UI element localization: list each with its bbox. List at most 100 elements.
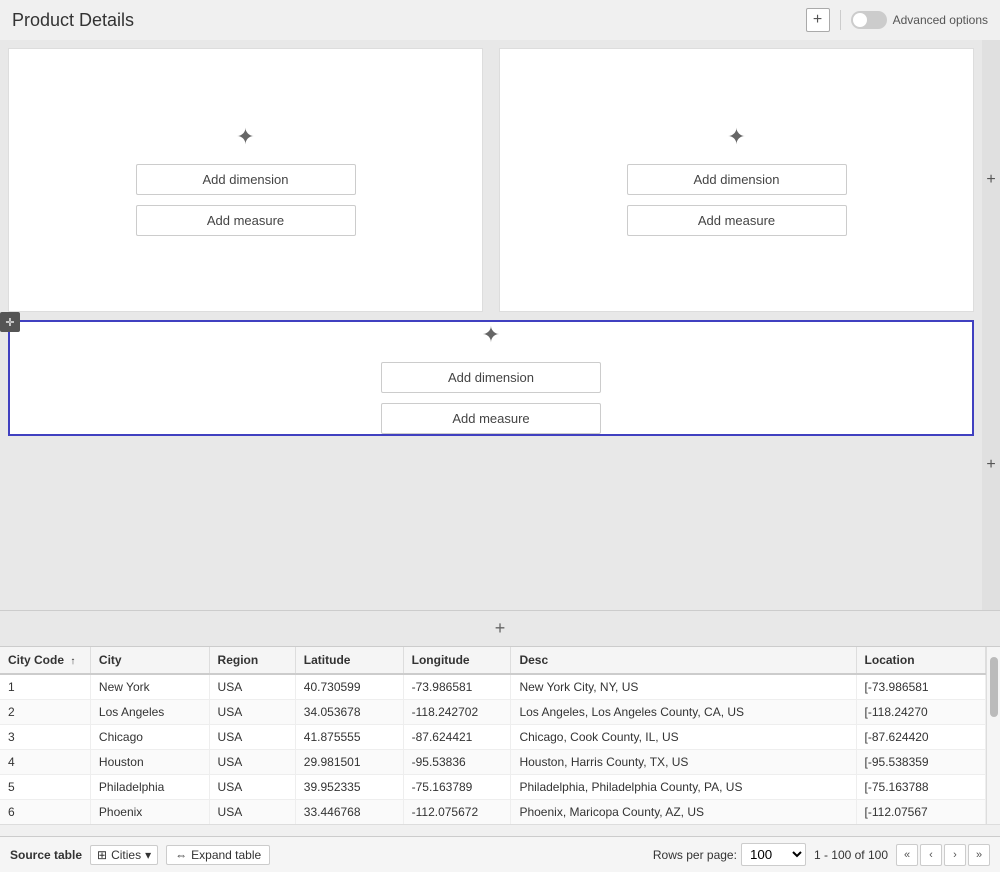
cell-desc: Phoenix, Maricopa County, AZ, US xyxy=(511,800,856,825)
top-left-add-measure-button[interactable]: Add measure xyxy=(136,205,356,236)
cell-location: [-112.07567 xyxy=(856,800,985,825)
cell-latitude: 39.952335 xyxy=(295,775,403,800)
middle-add-dimension-button[interactable]: Add dimension xyxy=(381,362,601,393)
col-header-city[interactable]: City xyxy=(90,647,209,674)
source-table-label: Source table xyxy=(10,848,82,862)
table-footer: Source table ⊞ Cities ▾ ⇔ Expand table R… xyxy=(0,836,1000,872)
table-row: 6PhoenixUSA33.446768-112.075672Phoenix, … xyxy=(0,800,986,825)
col-header-region[interactable]: Region xyxy=(209,647,295,674)
cell-latitude: 40.730599 xyxy=(295,674,403,700)
middle-panel-container: ✛ ✦ Add dimension Add measure + xyxy=(0,320,1000,610)
middle-panels-main: ✛ ✦ Add dimension Add measure xyxy=(0,320,982,610)
data-table: City Code ↑ City Region Latitude Longitu… xyxy=(0,647,986,824)
cell-city_code: 2 xyxy=(0,700,90,725)
plus-icon: + xyxy=(813,11,822,29)
cell-city: Philadelphia xyxy=(90,775,209,800)
col-header-latitude[interactable]: Latitude xyxy=(295,647,403,674)
add-column-bottom-button[interactable]: + xyxy=(986,456,995,474)
cell-latitude: 33.446768 xyxy=(295,800,403,825)
cell-city_code: 4 xyxy=(0,750,90,775)
right-sidebar-top: + xyxy=(982,40,1000,320)
cell-latitude: 34.053678 xyxy=(295,700,403,725)
cell-longitude: -118.242702 xyxy=(403,700,511,725)
cell-city_code: 3 xyxy=(0,725,90,750)
cell-longitude: -112.075672 xyxy=(403,800,511,825)
footer-right: Rows per page: 100 50 25 1 - 100 of 100 … xyxy=(653,843,990,866)
cell-city: Phoenix xyxy=(90,800,209,825)
cell-latitude: 29.981501 xyxy=(295,750,403,775)
cell-location: [-118.24270 xyxy=(856,700,985,725)
table-name-selector[interactable]: ⊞ Cities ▾ xyxy=(90,845,158,865)
cell-region: USA xyxy=(209,750,295,775)
top-right-panel: ✦ Add dimension Add measure xyxy=(499,48,974,312)
move-icon: ✛ xyxy=(5,316,14,329)
add-column-top-button[interactable]: + xyxy=(986,171,995,189)
middle-add-measure-button[interactable]: Add measure xyxy=(381,403,601,434)
table-area: City Code ↑ City Region Latitude Longitu… xyxy=(0,646,1000,872)
table-grid-icon: ⊞ xyxy=(97,848,107,862)
top-right-add-measure-button[interactable]: Add measure xyxy=(627,205,847,236)
table-body: 1New YorkUSA40.730599-73.986581New York … xyxy=(0,674,986,824)
cell-region: USA xyxy=(209,725,295,750)
advanced-options-label: Advanced options xyxy=(893,13,988,27)
cell-location: [-95.538359 xyxy=(856,750,985,775)
add-panel-bar[interactable]: + xyxy=(0,610,1000,646)
expand-icon: ⇔ xyxy=(175,848,187,862)
top-right-add-dimension-button[interactable]: Add dimension xyxy=(627,164,847,195)
drag-handle[interactable]: ✛ xyxy=(0,312,20,332)
add-button[interactable]: + xyxy=(806,8,830,32)
nav-next-button[interactable]: › xyxy=(944,844,966,866)
add-panel-icon: + xyxy=(495,618,506,639)
table-name: Cities xyxy=(111,848,141,862)
table-row: 5PhiladelphiaUSA39.952335-75.163789Phila… xyxy=(0,775,986,800)
vertical-scrollbar[interactable] xyxy=(986,647,1000,824)
nav-first-button[interactable]: « xyxy=(896,844,918,866)
advanced-options-toggle-wrap: Advanced options xyxy=(851,11,988,29)
table-with-scroll: City Code ↑ City Region Latitude Longitu… xyxy=(0,647,1000,824)
top-left-panel: ✦ Add dimension Add measure xyxy=(8,48,483,312)
top-panels-main: ✦ Add dimension Add measure ✦ Add dimens… xyxy=(0,40,982,320)
cell-desc: New York City, NY, US xyxy=(511,674,856,700)
divider xyxy=(840,10,841,30)
top-left-panel-icon: ✦ xyxy=(236,124,254,150)
cell-city: Houston xyxy=(90,750,209,775)
cell-latitude: 41.875555 xyxy=(295,725,403,750)
cell-city: New York xyxy=(90,674,209,700)
cell-longitude: -73.986581 xyxy=(403,674,511,700)
page-info: 1 - 100 of 100 xyxy=(814,848,888,862)
table-scroll-wrap[interactable]: City Code ↑ City Region Latitude Longitu… xyxy=(0,647,986,824)
middle-panel-icon: ✦ xyxy=(482,322,500,348)
cell-city_code: 5 xyxy=(0,775,90,800)
col-header-location[interactable]: Location xyxy=(856,647,985,674)
top-left-add-dimension-button[interactable]: Add dimension xyxy=(136,164,356,195)
nav-last-button[interactable]: » xyxy=(968,844,990,866)
cell-city_code: 1 xyxy=(0,674,90,700)
page-header: Product Details + Advanced options xyxy=(0,0,1000,40)
expand-table-button[interactable]: ⇔ Expand table xyxy=(166,845,270,865)
top-right-panel-icon: ✦ xyxy=(727,124,745,150)
col-header-longitude[interactable]: Longitude xyxy=(403,647,511,674)
table-row: 3ChicagoUSA41.875555-87.624421Chicago, C… xyxy=(0,725,986,750)
nav-prev-button[interactable]: ‹ xyxy=(920,844,942,866)
cell-region: USA xyxy=(209,700,295,725)
table-row: 2Los AngelesUSA34.053678-118.242702Los A… xyxy=(0,700,986,725)
advanced-options-toggle[interactable] xyxy=(851,11,887,29)
table-dropdown-icon: ▾ xyxy=(145,848,151,862)
cell-longitude: -95.53836 xyxy=(403,750,511,775)
main-area: ✦ Add dimension Add measure ✦ Add dimens… xyxy=(0,40,1000,872)
footer-left: Source table ⊞ Cities ▾ ⇔ Expand table xyxy=(10,845,270,865)
page-nav: « ‹ › » xyxy=(896,844,990,866)
middle-selected-panel: ✛ ✦ Add dimension Add measure xyxy=(8,320,974,436)
sort-asc-icon: ↑ xyxy=(70,656,75,667)
top-panels-container: ✦ Add dimension Add measure ✦ Add dimens… xyxy=(0,40,1000,320)
table-row: 1New YorkUSA40.730599-73.986581New York … xyxy=(0,674,986,700)
header-actions: + Advanced options xyxy=(806,8,988,32)
rows-per-page-select[interactable]: 100 50 25 xyxy=(741,843,806,866)
rows-per-page-label: Rows per page: xyxy=(653,848,737,862)
cell-region: USA xyxy=(209,800,295,825)
cell-desc: Houston, Harris County, TX, US xyxy=(511,750,856,775)
rows-per-page-control: Rows per page: 100 50 25 xyxy=(653,843,806,866)
horizontal-scrollbar[interactable] xyxy=(0,824,1000,836)
col-header-desc[interactable]: Desc xyxy=(511,647,856,674)
col-header-city-code[interactable]: City Code ↑ xyxy=(0,647,90,674)
